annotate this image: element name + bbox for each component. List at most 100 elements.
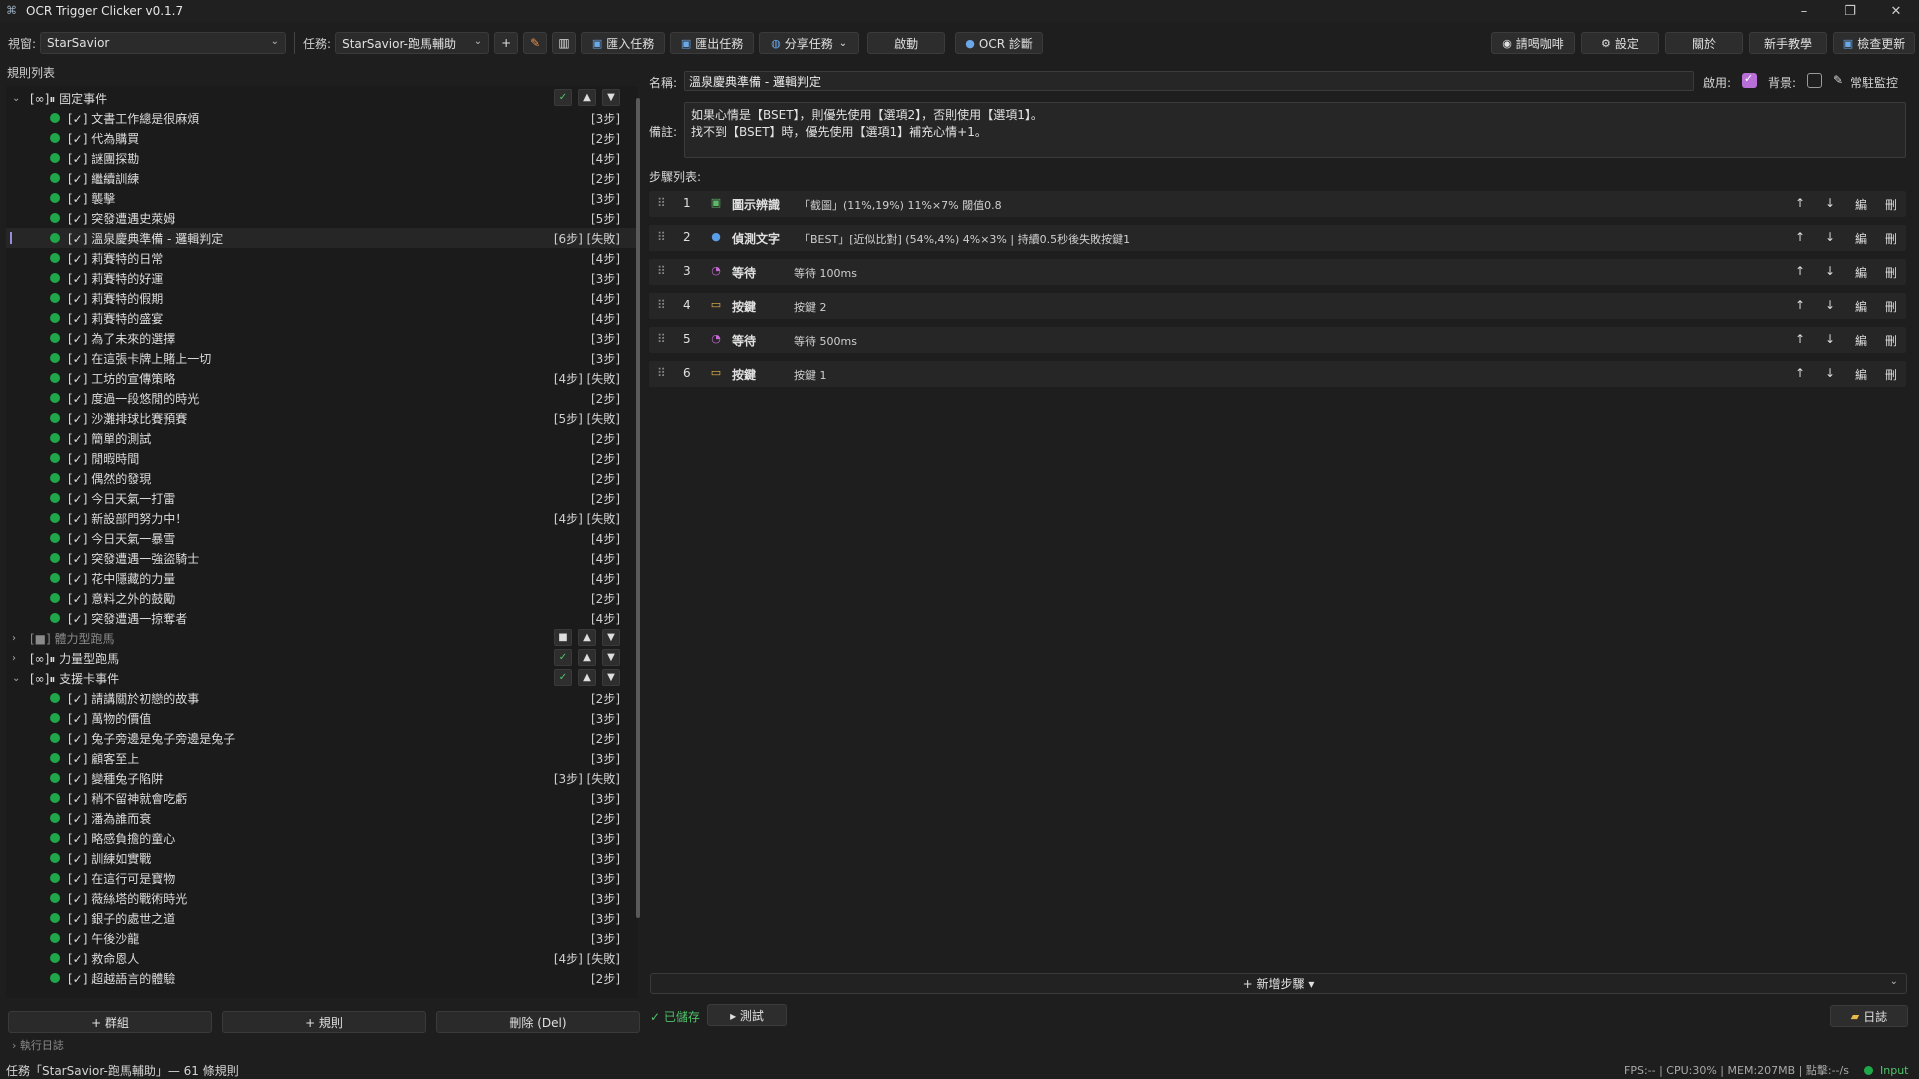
rule-row[interactable]: [✓] 突發遭遇一掠奪者 [4步] — [6, 608, 638, 628]
rule-tree-scrollbar[interactable] — [636, 98, 640, 918]
step-edit-button[interactable]: 編 — [1855, 366, 1867, 383]
rule-row[interactable]: [✓] 萬物的價值 [3步] — [6, 708, 638, 728]
export-task-button[interactable]: ▣ 匯出任務 — [670, 32, 755, 54]
rule-row[interactable]: [✓] 代為購買 [2步] — [6, 128, 638, 148]
step-edit-button[interactable]: 編 — [1855, 332, 1867, 349]
about-button[interactable]: 關於 — [1665, 32, 1743, 54]
step-move-up-button[interactable]: ↑ — [1795, 366, 1805, 380]
step-move-down-button[interactable]: ↓ — [1825, 298, 1835, 312]
rule-row[interactable]: [✓] 訓練如實戰 [3步] — [6, 848, 638, 868]
rule-row[interactable]: [✓] 今日天氣一暴雪 [4步] — [6, 528, 638, 548]
drag-handle-icon[interactable]: ⠿ — [657, 332, 666, 346]
rule-row[interactable]: [✓] 突發遭遇一強盜騎士 [4步] — [6, 548, 638, 568]
step-delete-button[interactable]: 刪 — [1885, 230, 1897, 247]
step-row[interactable]: ⠿ 4 ▭ 按鍵 按鍵 2 ↑ ↓ 編 刪 — [649, 293, 1906, 319]
step-edit-button[interactable]: 編 — [1855, 230, 1867, 247]
step-delete-button[interactable]: 刪 — [1885, 264, 1897, 281]
pin-icon[interactable]: ✎ — [1833, 73, 1843, 87]
step-move-up-button[interactable]: ↑ — [1795, 196, 1805, 210]
close-button[interactable]: ✕ — [1873, 0, 1919, 22]
step-move-up-button[interactable]: ↑ — [1795, 230, 1805, 244]
coffee-button[interactable]: ◉ 請喝咖啡 — [1491, 32, 1575, 54]
group-toggle-button[interactable]: ■ — [554, 629, 572, 646]
rule-row[interactable]: [✓] 新設部門努力中！ [4步] [失敗] — [6, 508, 638, 528]
rule-row[interactable]: [✓] 度過一段悠閒的時光 [2步] — [6, 388, 638, 408]
add-group-button[interactable]: + 群組 — [8, 1011, 212, 1033]
check-update-button[interactable]: ▣ 檢查更新 — [1833, 32, 1915, 54]
group-move-up-button[interactable]: ▲ — [578, 669, 596, 686]
group-row[interactable]: ⌄ [∞]⏸ 支援卡事件 ✓ ▲ ▼ — [6, 668, 638, 688]
chevron-down-icon[interactable]: ⌄ — [12, 93, 24, 104]
step-edit-button[interactable]: 編 — [1855, 196, 1867, 213]
group-move-up-button[interactable]: ▲ — [578, 89, 596, 106]
settings-button[interactable]: ⚙ 設定 — [1581, 32, 1659, 54]
add-step-button[interactable]: + 新增步驟 ▾ ⌄ — [650, 973, 1907, 994]
step-row[interactable]: ⠿ 2 ● 偵測文字 「BEST」[近似比對] (54%,4%) 4%×3% | 持續0… — [649, 225, 1906, 251]
group-move-down-button[interactable]: ▼ — [602, 89, 620, 106]
delete-task-button[interactable]: ▥ — [552, 32, 577, 54]
step-edit-button[interactable]: 編 — [1855, 298, 1867, 315]
log-button[interactable]: ▰ 日誌 — [1830, 1005, 1908, 1027]
exec-log-toggle[interactable]: › 執行日誌 — [12, 1037, 64, 1053]
group-toggle-button[interactable]: ✓ — [554, 89, 572, 106]
group-row[interactable]: › [∞]⏸ 力量型跑馬 ✓ ▲ ▼ — [6, 648, 638, 668]
step-move-down-button[interactable]: ↓ — [1825, 332, 1835, 346]
step-move-up-button[interactable]: ↑ — [1795, 264, 1805, 278]
rule-row[interactable]: [✓] 閒暇時間 [2步] — [6, 448, 638, 468]
step-move-down-button[interactable]: ↓ — [1825, 196, 1835, 210]
group-row[interactable]: › [■] 體力型跑馬 ■ ▲ ▼ — [6, 628, 638, 648]
drag-handle-icon[interactable]: ⠿ — [657, 298, 666, 312]
step-move-down-button[interactable]: ↓ — [1825, 230, 1835, 244]
drag-handle-icon[interactable]: ⠿ — [657, 230, 666, 244]
group-toggle-button[interactable]: ✓ — [554, 669, 572, 686]
add-task-button[interactable]: + — [494, 32, 519, 54]
step-delete-button[interactable]: 刪 — [1885, 196, 1897, 213]
group-toggle-button[interactable]: ✓ — [554, 649, 572, 666]
rule-row[interactable]: [✓] 今日天氣一打雷 [2步] — [6, 488, 638, 508]
rule-row[interactable]: [✓] 沙灘排球比賽預賽 [5步] [失敗] — [6, 408, 638, 428]
rule-row[interactable]: [✓] 溫泉慶典準備 - 邏輯判定 [6步] [失敗] — [6, 228, 638, 248]
drag-handle-icon[interactable]: ⠿ — [657, 196, 666, 210]
step-row[interactable]: ⠿ 5 ◔ 等待 等待 500ms ↑ ↓ 編 刪 — [649, 327, 1906, 353]
rule-row[interactable]: [✓] 花中隱藏的力量 [4步] — [6, 568, 638, 588]
rule-row[interactable]: [✓] 在這行可是寶物 [3步] — [6, 868, 638, 888]
drag-handle-icon[interactable]: ⠿ — [657, 264, 666, 278]
step-move-down-button[interactable]: ↓ — [1825, 366, 1835, 380]
start-button[interactable]: 啟動 — [867, 32, 946, 54]
enable-checkbox[interactable] — [1742, 72, 1757, 88]
chevron-right-icon[interactable]: › — [12, 633, 24, 644]
chevron-right-icon[interactable]: › — [12, 653, 24, 664]
rule-row[interactable]: [✓] 午後沙龍 [3步] — [6, 928, 638, 948]
rule-row[interactable]: [✓] 謎團探勘 [4步] — [6, 148, 638, 168]
rule-row[interactable]: [✓] 略感負擔的童心 [3步] — [6, 828, 638, 848]
test-button[interactable]: ▸ 測試 — [707, 1004, 787, 1026]
step-delete-button[interactable]: 刪 — [1885, 298, 1897, 315]
rule-row[interactable]: [✓] 潘為誰而衰 [2步] — [6, 808, 638, 828]
window-select[interactable]: StarSavior ⌄ — [40, 32, 287, 54]
rule-row[interactable]: [✓] 薇絲塔的戰術時光 [3步] — [6, 888, 638, 908]
edit-task-button[interactable]: ✎ — [523, 32, 548, 54]
rule-row[interactable]: [✓] 莉賽特的假期 [4步] — [6, 288, 638, 308]
rule-row[interactable]: [✓] 簡單的測試 [2步] — [6, 428, 638, 448]
group-row[interactable]: ⌄ [∞]⏸ 固定事件 ✓ ▲ ▼ — [6, 88, 638, 108]
rule-row[interactable]: [✓] 請講關於初戀的故事 [2步] — [6, 688, 638, 708]
step-delete-button[interactable]: 刪 — [1885, 366, 1897, 383]
minimize-button[interactable]: – — [1781, 0, 1827, 22]
rule-row[interactable]: [✓] 變種兔子陷阱 [3步] [失敗] — [6, 768, 638, 788]
rule-row[interactable]: [✓] 文書工作總是很麻煩 [3步] — [6, 108, 638, 128]
rule-row[interactable]: [✓] 為了未來的選擇 [3步] — [6, 328, 638, 348]
rule-row[interactable]: [✓] 突發遭遇史萊姆 [5步] — [6, 208, 638, 228]
rule-row[interactable]: [✓] 襲擊 [3步] — [6, 188, 638, 208]
rule-name-input[interactable]: 溫泉慶典準備 - 邏輯判定 — [684, 71, 1694, 91]
note-textarea[interactable]: 如果心情是【BSET】，則優先使用【選項2】，否則使用【選項1】。 找不到【BS… — [684, 102, 1906, 158]
step-move-up-button[interactable]: ↑ — [1795, 332, 1805, 346]
drag-handle-icon[interactable]: ⠿ — [657, 366, 666, 380]
step-row[interactable]: ⠿ 6 ▭ 按鍵 按鍵 1 ↑ ↓ 編 刪 — [649, 361, 1906, 387]
rule-row[interactable]: [✓] 在這張卡牌上賭上一切 [3步] — [6, 348, 638, 368]
step-row[interactable]: ⠿ 1 ▣ 圖示辨識 「截圖」(11%,19%) 11%×7% 閾值0.8 ↑ ↓ 編 刪 — [649, 191, 1906, 217]
chevron-down-icon[interactable]: ⌄ — [12, 673, 24, 684]
step-edit-button[interactable]: 編 — [1855, 264, 1867, 281]
rule-row[interactable]: [✓] 救命恩人 [4步] [失敗] — [6, 948, 638, 968]
rule-row[interactable]: [✓] 銀子的處世之道 [3步] — [6, 908, 638, 928]
rule-row[interactable]: [✓] 莉賽特的盛宴 [4步] — [6, 308, 638, 328]
